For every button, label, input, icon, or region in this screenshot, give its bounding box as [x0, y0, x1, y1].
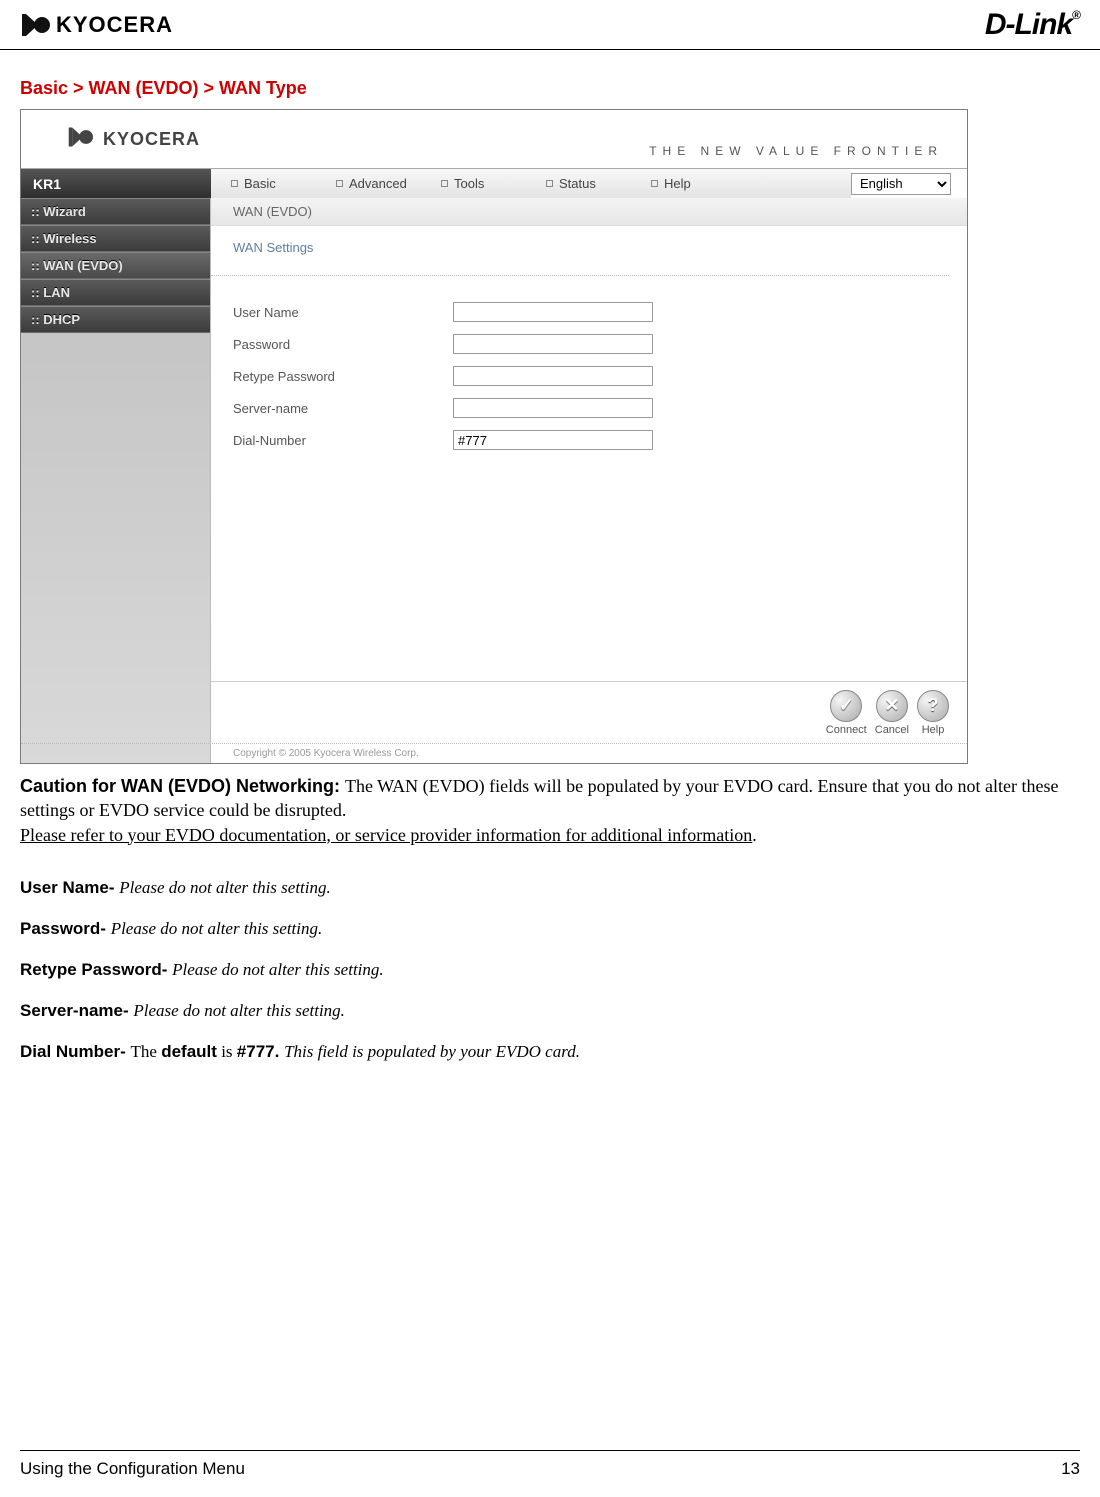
tab-label: Advanced: [349, 176, 407, 191]
kyocera-mark-icon: [20, 10, 50, 40]
desc-mid: is: [217, 1042, 237, 1061]
page-footer: Using the Configuration Menu 13: [20, 1450, 1080, 1479]
caution-text-2: Please refer to your EVDO documentation,…: [20, 825, 752, 845]
tab-advanced[interactable]: Advanced: [336, 176, 441, 191]
tab-label: Status: [559, 176, 596, 191]
desc-dial-number: Dial Number- The default is #777. This f…: [20, 1041, 1080, 1064]
square-icon: [336, 180, 343, 187]
desc-text: Please do not alter this setting.: [119, 878, 331, 897]
help-label: Help: [922, 724, 945, 736]
square-icon: [441, 180, 448, 187]
desc-text: Please do not alter this setting.: [172, 960, 384, 979]
desc-text: This field is populated by your EVDO car…: [284, 1042, 580, 1061]
language-select[interactable]: English: [851, 173, 951, 195]
field-descriptions: User Name- Please do not alter this sett…: [0, 847, 1100, 1064]
dlink-logo: D-Link®: [985, 8, 1080, 42]
router-kyocera-logo: KYOCERA: [67, 124, 200, 154]
kyocera-wordmark: KYOCERA: [56, 12, 173, 38]
row-username: User Name: [233, 296, 949, 328]
desc-name: Password-: [20, 919, 111, 938]
breadcrumb: Basic > WAN (EVDO) > WAN Type: [0, 50, 1100, 109]
desc-text: Please do not alter this setting.: [111, 919, 323, 938]
router-screenshot: KYOCERA THE NEW VALUE FRONTIER KR1 Basic…: [20, 109, 968, 764]
label-retype-password: Retype Password: [233, 369, 453, 384]
footer-left: Using the Configuration Menu: [20, 1459, 245, 1479]
router-body: :: Wizard :: Wireless :: WAN (EVDO) :: L…: [21, 198, 967, 763]
input-dial-number[interactable]: [453, 430, 653, 450]
square-icon: [546, 180, 553, 187]
label-server-name: Server-name: [233, 401, 453, 416]
label-dial-number: Dial-Number: [233, 433, 453, 448]
desc-name: User Name-: [20, 878, 119, 897]
router-sidebar: :: Wizard :: Wireless :: WAN (EVDO) :: L…: [21, 198, 211, 763]
input-username[interactable]: [453, 302, 653, 322]
desc-retype-password: Retype Password- Please do not alter thi…: [20, 959, 1080, 982]
desc-server-name: Server-name- Please do not alter this se…: [20, 1000, 1080, 1023]
router-tabs: Basic Advanced Tools Status Help: [211, 169, 851, 198]
router-tagline: THE NEW VALUE FRONTIER: [649, 120, 943, 158]
desc-bold: default: [161, 1042, 217, 1061]
desc-name: Retype Password-: [20, 960, 172, 979]
desc-bold2: #777.: [237, 1042, 284, 1061]
router-copyright: Copyright © 2005 Kyocera Wireless Corp.: [21, 743, 967, 763]
sidebar-item-wireless[interactable]: :: Wireless: [21, 225, 210, 252]
desc-password: Password- Please do not alter this setti…: [20, 918, 1080, 941]
cancel-label: Cancel: [875, 724, 909, 736]
tab-help[interactable]: Help: [651, 176, 756, 191]
sidebar-item-wizard[interactable]: :: Wizard: [21, 198, 210, 225]
router-crumb: WAN (EVDO): [211, 198, 967, 226]
router-model: KR1: [21, 169, 211, 198]
sidebar-item-dhcp[interactable]: :: DHCP: [21, 306, 210, 333]
row-dial-number: Dial-Number: [233, 424, 949, 456]
input-retype-password[interactable]: [453, 366, 653, 386]
label-username: User Name: [233, 305, 453, 320]
router-main: WAN (EVDO) WAN Settings User Name Passwo…: [211, 198, 967, 763]
connect-label: Connect: [826, 724, 867, 736]
tab-status[interactable]: Status: [546, 176, 651, 191]
tab-label: Tools: [454, 176, 484, 191]
caution-text-tail: .: [752, 825, 757, 845]
x-icon: ✕: [876, 690, 908, 722]
action-bar: ✓ Connect ✕ Cancel ? Help: [211, 681, 967, 743]
wan-form: User Name Password Retype Password Serve…: [211, 276, 967, 456]
square-icon: [231, 180, 238, 187]
kyocera-mark-icon: [67, 124, 97, 154]
desc-name: Server-name-: [20, 1001, 133, 1020]
sidebar-item-lan[interactable]: :: LAN: [21, 279, 210, 306]
row-retype-password: Retype Password: [233, 360, 949, 392]
footer-page: 13: [1061, 1459, 1080, 1479]
input-server-name[interactable]: [453, 398, 653, 418]
input-password[interactable]: [453, 334, 653, 354]
tab-tools[interactable]: Tools: [441, 176, 546, 191]
caution-lead: Caution for WAN (EVDO) Networking:: [20, 776, 345, 796]
tab-label: Basic: [244, 176, 276, 191]
desc-pre: The: [131, 1042, 162, 1061]
router-kyocera-wordmark: KYOCERA: [103, 129, 200, 150]
router-topbar: KR1 Basic Advanced Tools Status Help Eng…: [21, 168, 967, 198]
section-title: WAN Settings: [211, 226, 949, 276]
check-icon: ✓: [830, 690, 862, 722]
caution-block: Caution for WAN (EVDO) Networking: The W…: [0, 768, 1100, 847]
label-password: Password: [233, 337, 453, 352]
registered-mark-icon: ®: [1072, 8, 1080, 22]
row-password: Password: [233, 328, 949, 360]
square-icon: [651, 180, 658, 187]
dlink-wordmark: D-Link: [985, 8, 1072, 41]
row-server-name: Server-name: [233, 392, 949, 424]
kyocera-logo: KYOCERA: [20, 10, 173, 40]
desc-username: User Name- Please do not alter this sett…: [20, 877, 1080, 900]
sidebar-item-wan-evdo[interactable]: :: WAN (EVDO): [21, 252, 210, 279]
tab-basic[interactable]: Basic: [231, 176, 336, 191]
desc-name: Dial Number-: [20, 1042, 131, 1061]
cancel-button[interactable]: ✕ Cancel: [875, 690, 909, 736]
connect-button[interactable]: ✓ Connect: [826, 690, 867, 736]
help-button[interactable]: ? Help: [917, 690, 949, 736]
desc-text: Please do not alter this setting.: [133, 1001, 345, 1020]
router-header: KYOCERA THE NEW VALUE FRONTIER: [21, 110, 967, 168]
page-header: KYOCERA D-Link®: [0, 0, 1100, 50]
question-icon: ?: [917, 690, 949, 722]
tab-label: Help: [664, 176, 691, 191]
